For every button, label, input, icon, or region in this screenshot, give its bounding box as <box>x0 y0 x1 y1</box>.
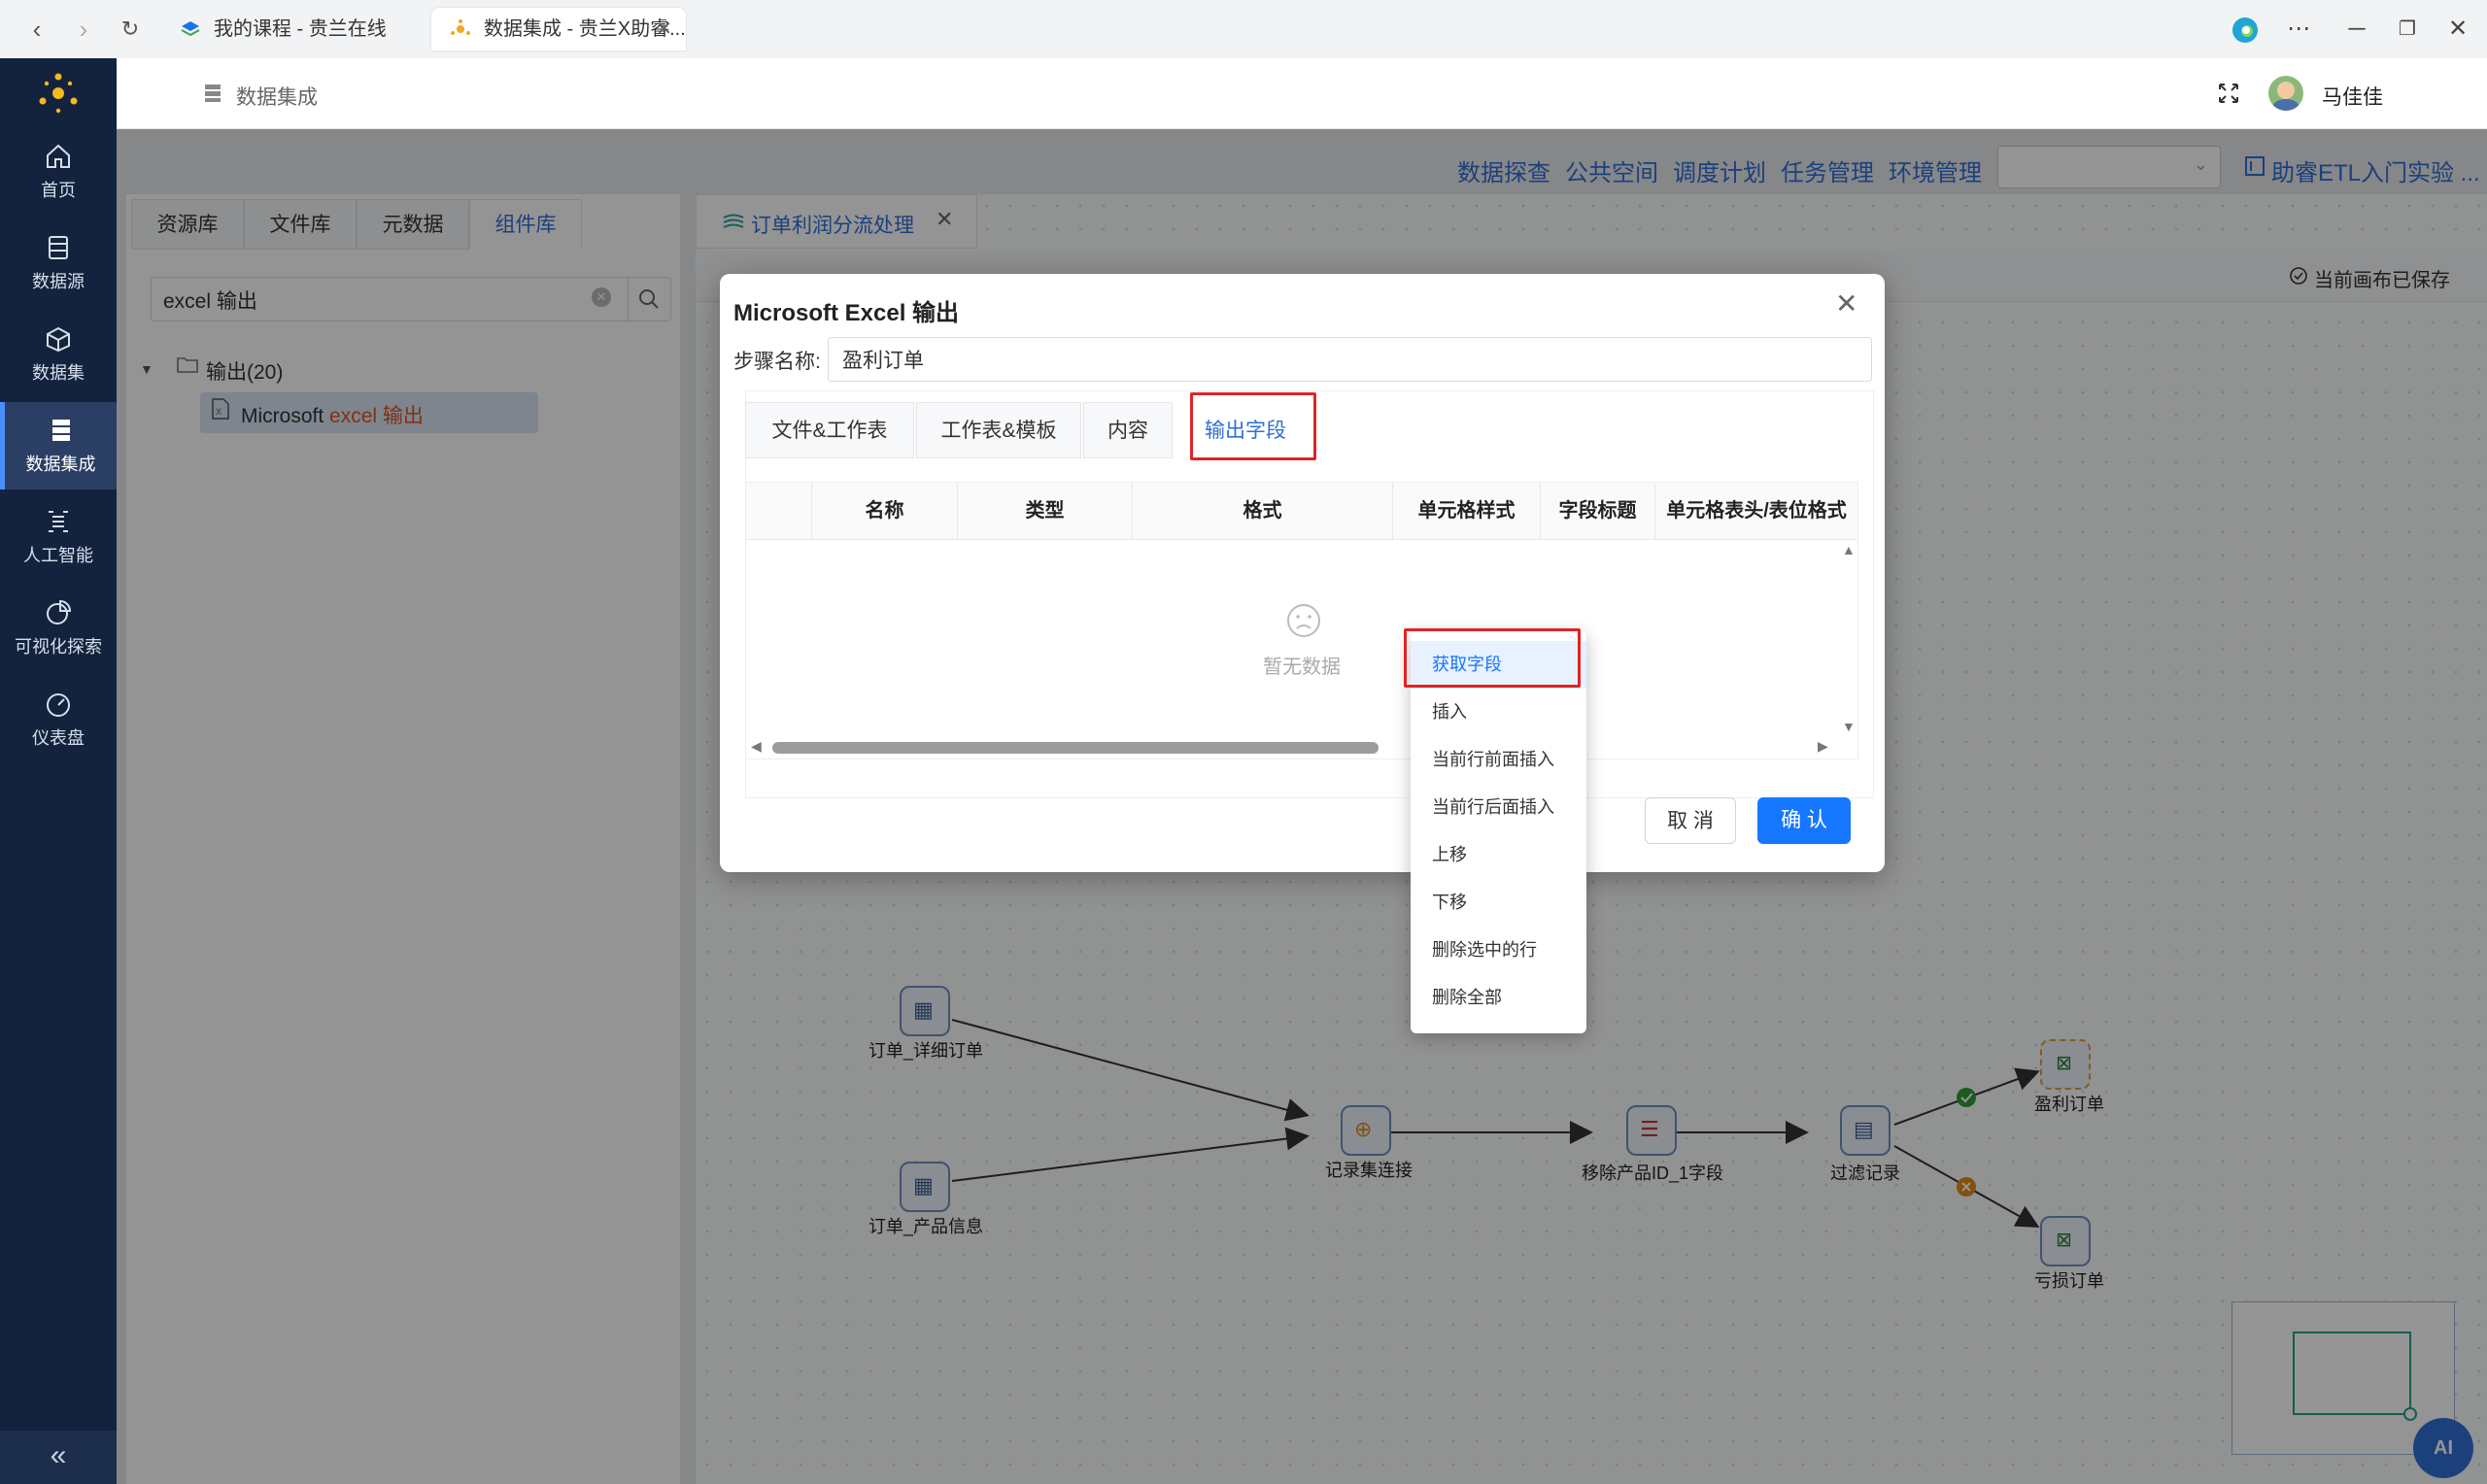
collapse-sidebar-button[interactable]: « <box>0 1431 117 1484</box>
main-sidebar: 首页 数据源 数据集 数据集成 人工智能 可视化探索 仪表盘 « <box>0 58 117 1484</box>
browser-chrome: ‹ › ↻ 我的课程 - 贵兰在线 数据集成 - 贵兰X助睿... ✕ ⋯ ─ … <box>0 0 2487 59</box>
step-name-input[interactable] <box>828 337 1872 382</box>
sidebar-item-datasource[interactable]: 数据源 <box>0 219 117 307</box>
scroll-left-icon[interactable]: ◀ <box>751 738 762 755</box>
empty-text: 暂无数据 <box>1263 657 1341 678</box>
menu-insert-before[interactable]: 当前行前面插入 <box>1411 736 1586 784</box>
column-index <box>746 483 812 539</box>
menu-delete-selected[interactable]: 删除选中的行 <box>1411 927 1586 974</box>
server-icon <box>51 420 70 441</box>
close-tab-icon[interactable]: ✕ <box>656 8 672 51</box>
reload-icon[interactable]: ↻ <box>115 14 146 45</box>
dialog-title: Microsoft Excel 输出 <box>733 300 960 326</box>
sidebar-label: 数据集成 <box>25 455 96 474</box>
scroll-right-icon[interactable]: ▶ <box>1818 738 1828 755</box>
home-icon <box>47 144 70 168</box>
forward-icon[interactable]: › <box>68 14 99 45</box>
tab-file-sheet[interactable]: 文件&工作表 <box>745 402 914 458</box>
sidebar-item-integration[interactable]: 数据集成 <box>0 402 117 489</box>
stack-icon <box>181 21 200 37</box>
back-icon[interactable]: ‹ <box>21 14 52 45</box>
menu-insert-after[interactable]: 当前行后面插入 <box>1411 784 1586 831</box>
highlight-get-fields <box>1404 628 1581 688</box>
highlight-output-fields <box>1190 392 1316 460</box>
ai-icon <box>49 511 68 532</box>
tab-title: 我的课程 - 贵兰在线 <box>214 18 387 40</box>
menu-delete-all[interactable]: 删除全部 <box>1411 974 1586 1022</box>
menu-move-up[interactable]: 上移 <box>1411 831 1586 879</box>
sidebar-item-dataset[interactable]: 数据集 <box>0 311 117 398</box>
app-logo-icon <box>39 73 78 114</box>
horizontal-scrollbar[interactable] <box>772 742 1379 754</box>
sidebar-label: 数据源 <box>32 272 85 291</box>
column-header-format: 单元格表头/表位格式 <box>1666 500 1847 522</box>
sidebar-item-dashboard[interactable]: 仪表盘 <box>0 676 117 763</box>
scroll-down-icon[interactable]: ▼ <box>1842 719 1856 734</box>
sidebar-label: 人工智能 <box>23 546 93 565</box>
close-window-icon[interactable]: ✕ <box>2438 14 2477 45</box>
sidebar-item-ai[interactable]: 人工智能 <box>0 493 117 581</box>
server-icon <box>205 84 221 102</box>
menu-move-down[interactable]: 下移 <box>1411 879 1586 927</box>
close-dialog-icon[interactable]: ✕ <box>1835 287 1857 320</box>
sidebar-label: 首页 <box>41 181 76 200</box>
sidebar-item-visual[interactable]: 可视化探索 <box>0 585 117 672</box>
column-format: 格式 <box>1133 483 1393 539</box>
minimize-icon[interactable]: ─ <box>2337 14 2376 45</box>
more-icon[interactable]: ⋯ <box>2279 14 2318 45</box>
column-name: 名称 <box>812 483 958 539</box>
scroll-up-icon[interactable]: ▲ <box>1842 542 1856 557</box>
step-name-label: 步骤名称: <box>733 351 821 373</box>
sidebar-label: 可视化探索 <box>15 637 102 657</box>
cube-icon <box>47 326 70 353</box>
top-header: 数据集成 马佳佳 <box>117 58 2487 129</box>
browser-tab-courses[interactable]: 我的课程 - 贵兰在线 <box>161 8 426 51</box>
confirm-button[interactable]: 确 认 <box>1757 797 1851 844</box>
fields-context-menu: 获取字段 插入 当前行前面插入 当前行后面插入 上移 下移 删除选中的行 删除全… <box>1411 631 1586 1033</box>
menu-insert[interactable]: 插入 <box>1411 689 1586 736</box>
pie-chart-icon <box>47 599 72 624</box>
sidebar-item-home[interactable]: 首页 <box>0 128 117 216</box>
tab-sheet-template[interactable]: 工作表&模板 <box>916 402 1081 458</box>
sidebar-label: 数据集 <box>32 363 85 383</box>
app-logo-icon <box>451 19 470 35</box>
fullscreen-icon[interactable] <box>2217 82 2240 105</box>
gauge-icon <box>47 693 70 717</box>
database-icon <box>49 236 68 259</box>
sad-face-icon <box>1287 604 1320 637</box>
browser-tab-integration[interactable]: 数据集成 - 贵兰X助睿... ✕ <box>431 8 686 51</box>
tab-content[interactable]: 内容 <box>1083 402 1173 458</box>
excel-output-dialog: Microsoft Excel 输出 ✕ 步骤名称: 文件&工作表 工作表&模板… <box>720 274 1885 872</box>
user-name[interactable]: 马佳佳 <box>2322 82 2383 111</box>
cancel-button[interactable]: 取 消 <box>1645 797 1736 844</box>
column-field-title: 字段标题 <box>1541 483 1655 539</box>
sidebar-label: 仪表盘 <box>32 728 85 748</box>
avatar[interactable] <box>2268 76 2303 111</box>
breadcrumb: 数据集成 <box>236 86 318 109</box>
column-cell-style: 单元格样式 <box>1393 483 1541 539</box>
restore-icon[interactable]: ❐ <box>2388 14 2427 45</box>
edge-icon[interactable] <box>2231 16 2260 45</box>
column-type: 类型 <box>958 483 1133 539</box>
